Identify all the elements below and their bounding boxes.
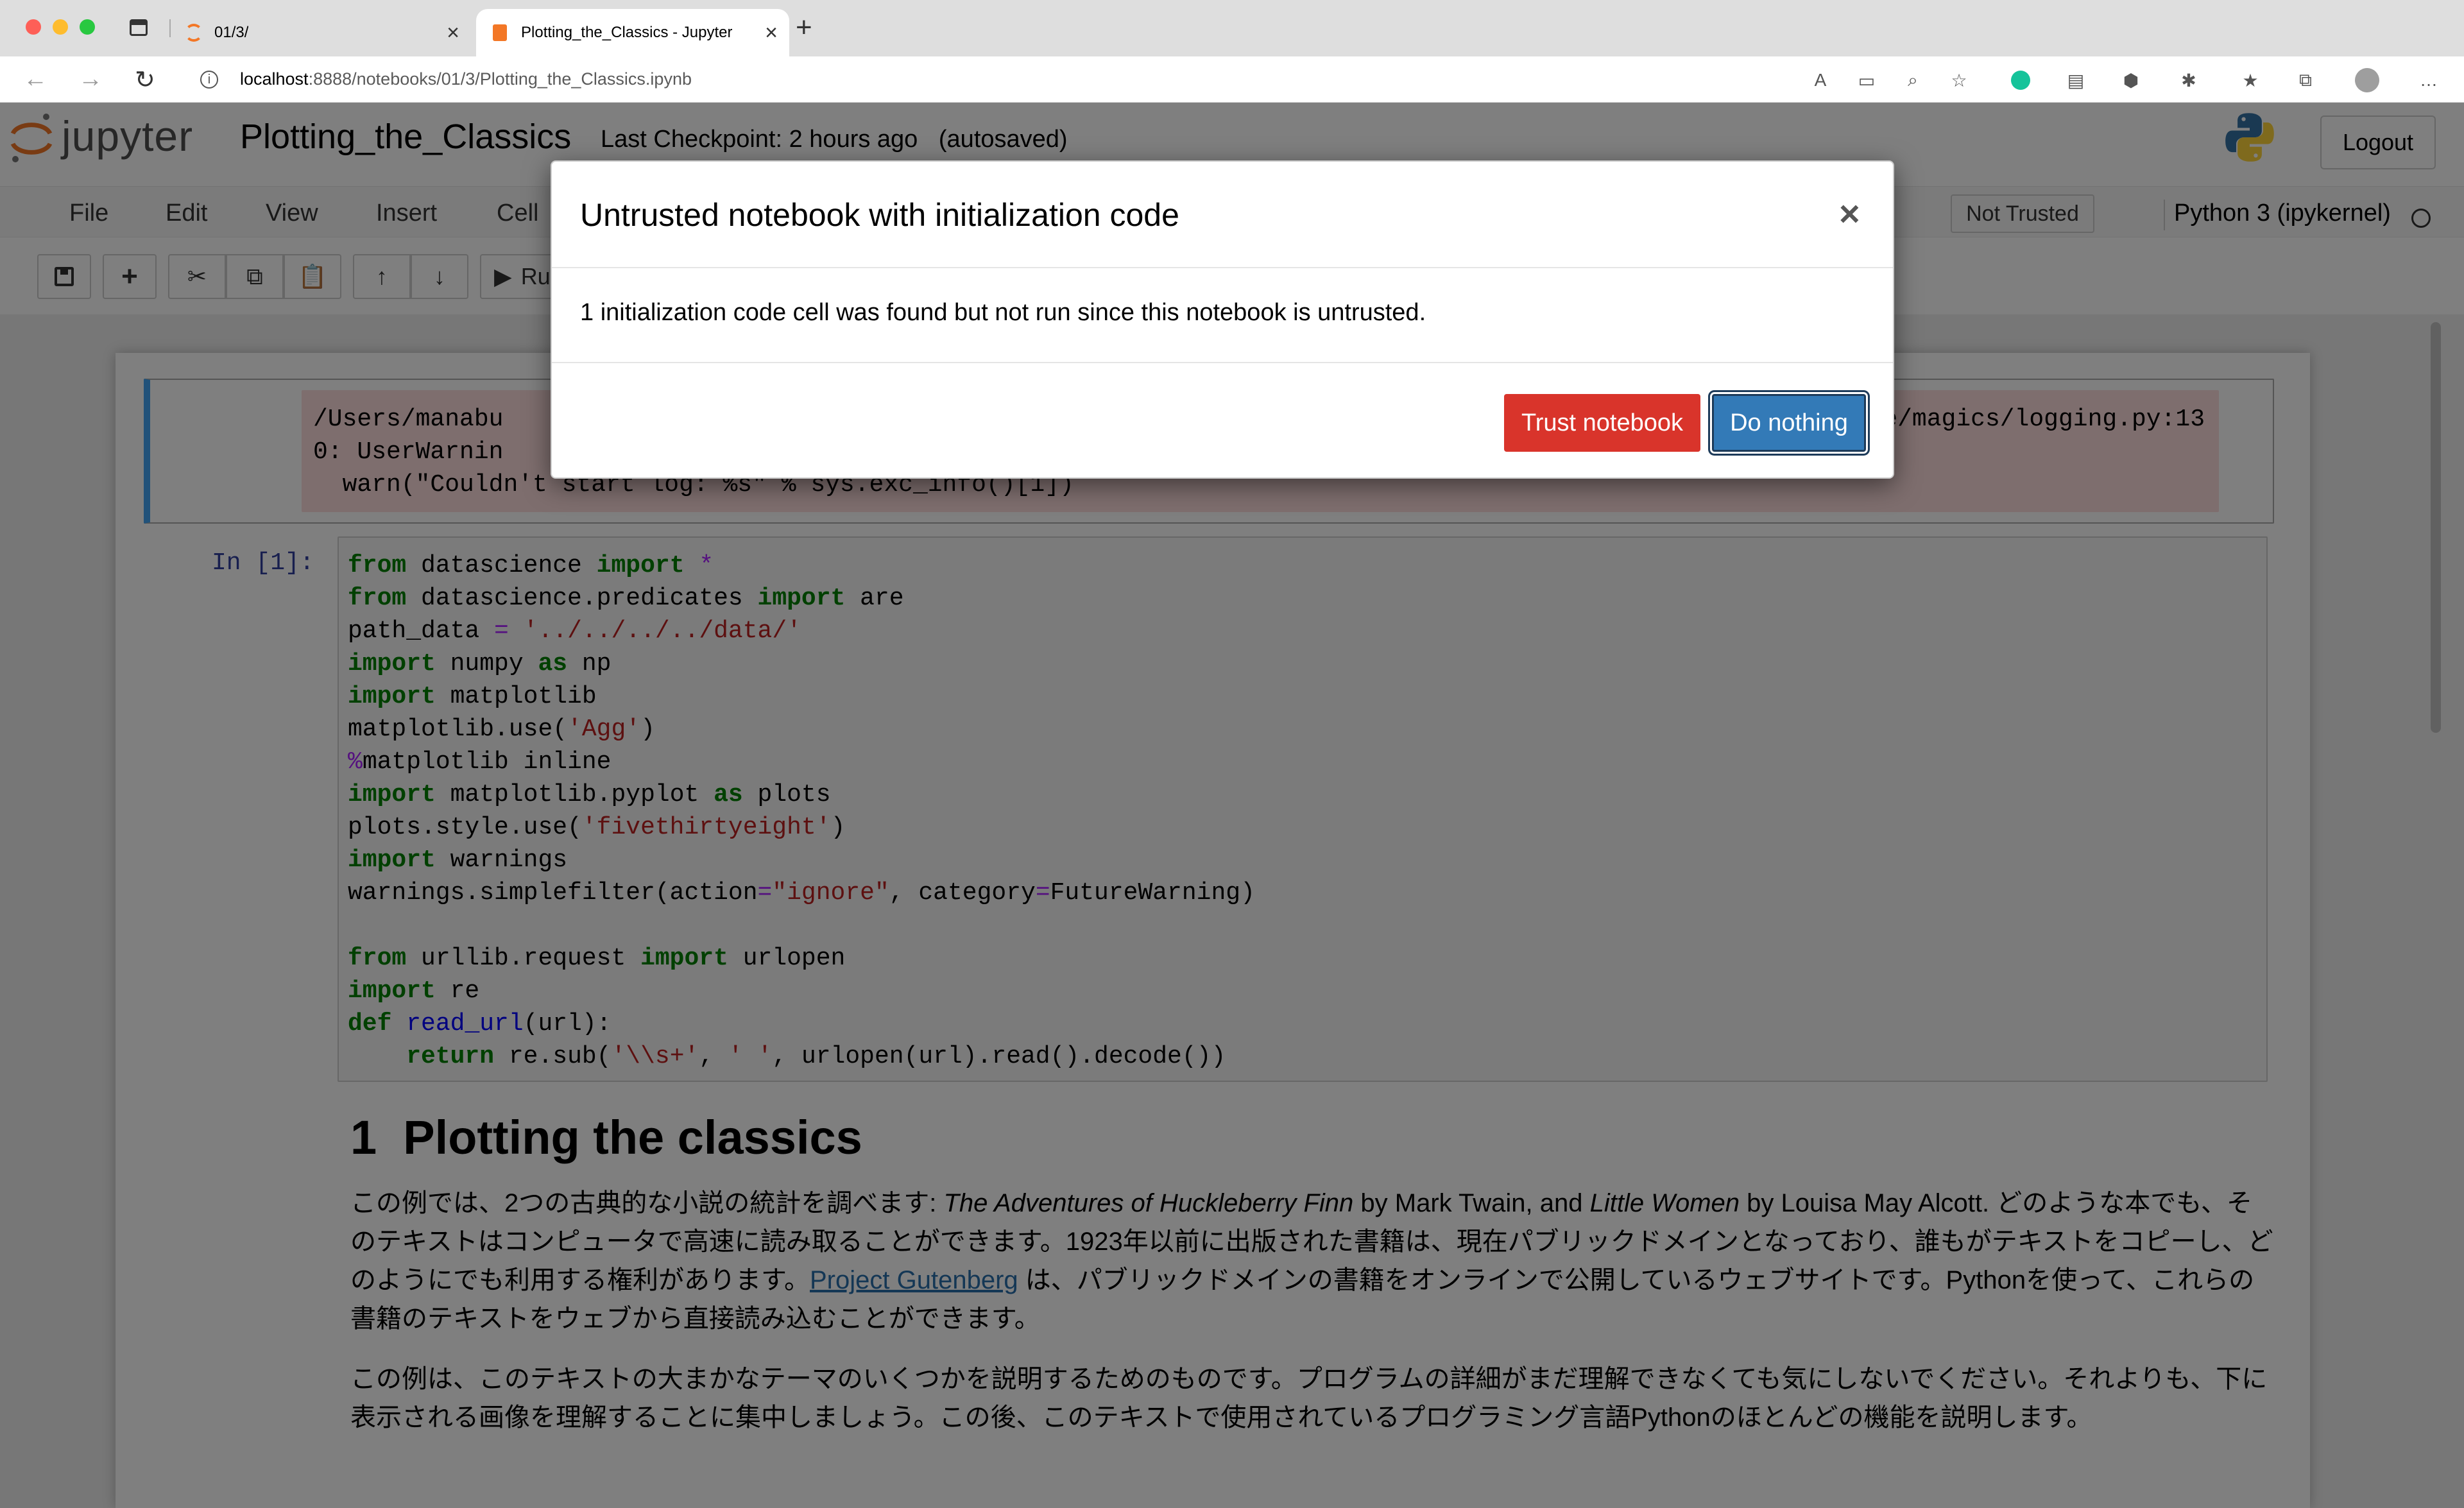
grammarly-icon[interactable]: [2008, 68, 2033, 92]
notebook-favicon-icon: [493, 24, 507, 41]
browser-tab-bar: 01/3/ × Plotting_the_Classics - Jupyter …: [0, 0, 2464, 56]
new-tab-button[interactable]: +: [796, 12, 812, 44]
tab-label: 01/3/: [214, 24, 249, 41]
url-host: localhost: [240, 69, 309, 89]
extension-shield-icon[interactable]: ⬢: [2119, 68, 2143, 92]
modal-footer: Trust notebook Do nothing: [552, 362, 1893, 479]
close-window-button[interactable]: [26, 19, 41, 35]
back-icon[interactable]: ←: [23, 65, 47, 93]
forward-icon[interactable]: →: [78, 65, 103, 93]
read-aloud-icon[interactable]: A: [1808, 68, 1833, 92]
tab-notebook[interactable]: Plotting_the_Classics - Jupyter ×: [476, 9, 789, 56]
url-field[interactable]: i localhost:8888/notebooks/01/3/Plotting…: [186, 63, 1803, 96]
tab-folder[interactable]: 01/3/ ×: [180, 9, 471, 56]
profile-avatar-icon[interactable]: [2355, 68, 2379, 92]
reader-view-icon[interactable]: ▭: [1854, 68, 1879, 92]
trust-notebook-button[interactable]: Trust notebook: [1504, 394, 1700, 452]
url-path: :8888/notebooks/01/3/Plotting_the_Classi…: [308, 69, 692, 89]
favorites-icon[interactable]: ★: [2238, 68, 2263, 92]
modal-message: 1 initialization code cell was found but…: [580, 299, 1426, 326]
reload-icon[interactable]: ↻: [135, 65, 155, 94]
more-menu-icon[interactable]: …: [2417, 68, 2441, 92]
modal-header: Untrusted notebook with initialization c…: [552, 162, 1893, 268]
jupyter-favicon-icon: [185, 24, 203, 42]
clipboard-icon[interactable]: ▤: [2064, 68, 2088, 92]
tab-close-icon[interactable]: ×: [765, 21, 778, 46]
minimize-window-button[interactable]: [53, 19, 68, 35]
zoom-icon[interactable]: ⌕: [1901, 68, 1925, 92]
info-icon[interactable]: i: [200, 71, 218, 89]
tab-close-icon[interactable]: ×: [447, 21, 459, 46]
address-bar: ← → ↻ i localhost:8888/notebooks/01/3/Pl…: [0, 56, 2464, 103]
tab-label: Plotting_the_Classics - Jupyter: [521, 24, 733, 41]
modal-title: Untrusted notebook with initialization c…: [580, 197, 1179, 233]
collections-icon[interactable]: ⧉: [2293, 68, 2318, 92]
do-nothing-button[interactable]: Do nothing: [1712, 394, 1866, 452]
add-favorite-icon[interactable]: ☆: [1947, 68, 1971, 92]
untrusted-notebook-dialog: Untrusted notebook with initialization c…: [551, 160, 1894, 479]
extensions-icon[interactable]: ✱: [2177, 68, 2201, 92]
close-icon[interactable]: ×: [1839, 193, 1860, 234]
maximize-window-button[interactable]: [80, 19, 95, 35]
sidebar-toggle-icon[interactable]: [130, 19, 148, 36]
